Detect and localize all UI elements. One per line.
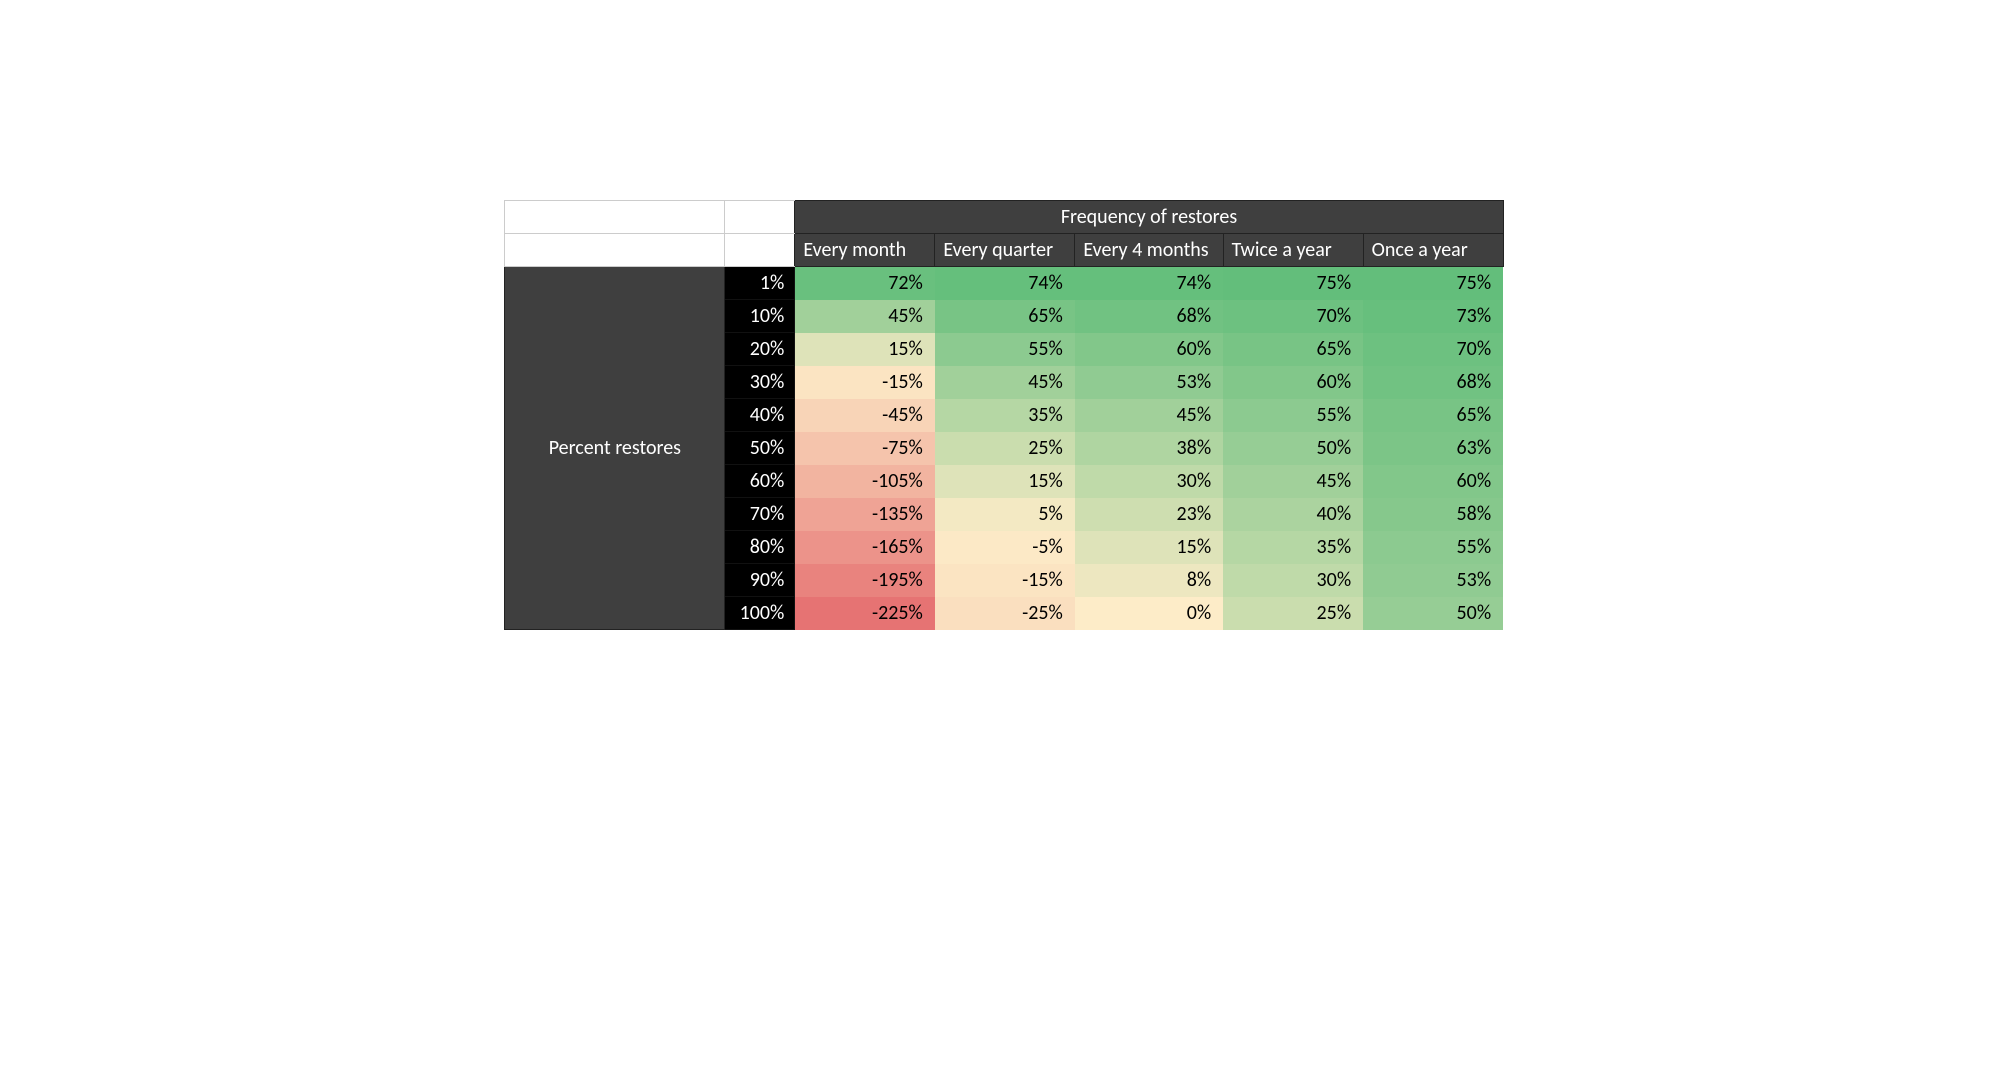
heatmap-cell: 74% bbox=[1075, 267, 1223, 300]
heatmap-cell: 72% bbox=[795, 267, 935, 300]
row-header: 70% bbox=[725, 498, 795, 531]
row-axis-label: Percent restores bbox=[505, 267, 725, 630]
heatmap-cell: 15% bbox=[935, 465, 1075, 498]
heatmap-cell: 55% bbox=[1223, 399, 1363, 432]
heatmap-cell: -5% bbox=[935, 531, 1075, 564]
column-header: Every month bbox=[795, 234, 935, 267]
row-header: 10% bbox=[725, 300, 795, 333]
heatmap-cell: 0% bbox=[1075, 597, 1223, 630]
heatmap-cell: 74% bbox=[935, 267, 1075, 300]
heatmap-cell: 23% bbox=[1075, 498, 1223, 531]
heatmap-cell: 63% bbox=[1363, 432, 1503, 465]
column-header: Every 4 months bbox=[1075, 234, 1223, 267]
heatmap-cell: 55% bbox=[935, 333, 1075, 366]
heatmap-cell: 30% bbox=[1075, 465, 1223, 498]
heatmap-cell: -45% bbox=[795, 399, 935, 432]
heatmap-cell: 5% bbox=[935, 498, 1075, 531]
row-header: 90% bbox=[725, 564, 795, 597]
heatmap-cell: 55% bbox=[1363, 531, 1503, 564]
heatmap-cell: 70% bbox=[1363, 333, 1503, 366]
heatmap-cell: -135% bbox=[795, 498, 935, 531]
heatmap-cell: 73% bbox=[1363, 300, 1503, 333]
heatmap-cell: 60% bbox=[1223, 366, 1363, 399]
row-header: 60% bbox=[725, 465, 795, 498]
heatmap-cell: 75% bbox=[1223, 267, 1363, 300]
heatmap-table: Frequency of restores Every month Every … bbox=[504, 200, 1503, 630]
heatmap-cell: 60% bbox=[1075, 333, 1223, 366]
row-header: 20% bbox=[725, 333, 795, 366]
heatmap-cell: 40% bbox=[1223, 498, 1363, 531]
row-header: 30% bbox=[725, 366, 795, 399]
heatmap-cell: 45% bbox=[1075, 399, 1223, 432]
heatmap-cell: 35% bbox=[935, 399, 1075, 432]
blank-cell bbox=[725, 234, 795, 267]
row-header: 100% bbox=[725, 597, 795, 630]
heatmap-cell: 60% bbox=[1363, 465, 1503, 498]
heatmap-cell: 45% bbox=[1223, 465, 1363, 498]
blank-cell bbox=[505, 234, 725, 267]
column-header: Twice a year bbox=[1223, 234, 1363, 267]
column-header: Every quarter bbox=[935, 234, 1075, 267]
row-header: 40% bbox=[725, 399, 795, 432]
heatmap-cell: 65% bbox=[935, 300, 1075, 333]
blank-cell bbox=[505, 201, 725, 234]
heatmap-cell: 65% bbox=[1363, 399, 1503, 432]
heatmap-cell: -165% bbox=[795, 531, 935, 564]
heatmap-cell: 68% bbox=[1075, 300, 1223, 333]
heatmap-cell: 53% bbox=[1075, 366, 1223, 399]
heatmap-cell: 45% bbox=[935, 366, 1075, 399]
heatmap-cell: -15% bbox=[935, 564, 1075, 597]
heatmap-cell: 38% bbox=[1075, 432, 1223, 465]
heatmap-cell: 25% bbox=[935, 432, 1075, 465]
row-header: 50% bbox=[725, 432, 795, 465]
heatmap-cell: 15% bbox=[795, 333, 935, 366]
heatmap-cell: 68% bbox=[1363, 366, 1503, 399]
heatmap-cell: 25% bbox=[1223, 597, 1363, 630]
heatmap-cell: -105% bbox=[795, 465, 935, 498]
heatmap-cell: 15% bbox=[1075, 531, 1223, 564]
heatmap-cell: 45% bbox=[795, 300, 935, 333]
heatmap-cell: -15% bbox=[795, 366, 935, 399]
heatmap-cell: 65% bbox=[1223, 333, 1363, 366]
row-header: 80% bbox=[725, 531, 795, 564]
heatmap-cell: 50% bbox=[1363, 597, 1503, 630]
heatmap-cell: 8% bbox=[1075, 564, 1223, 597]
table-row: Percent restores1%72%74%74%75%75% bbox=[505, 267, 1503, 300]
heatmap-cell: 53% bbox=[1363, 564, 1503, 597]
chart-title: Frequency of restores bbox=[795, 201, 1503, 234]
heatmap-cell: 50% bbox=[1223, 432, 1363, 465]
heatmap-cell: 35% bbox=[1223, 531, 1363, 564]
heatmap-cell: -25% bbox=[935, 597, 1075, 630]
heatmap-cell: 75% bbox=[1363, 267, 1503, 300]
heatmap-cell: 30% bbox=[1223, 564, 1363, 597]
heatmap-cell: -75% bbox=[795, 432, 935, 465]
row-header: 1% bbox=[725, 267, 795, 300]
heatmap-cell: 58% bbox=[1363, 498, 1503, 531]
heatmap-cell: -195% bbox=[795, 564, 935, 597]
column-header: Once a year bbox=[1363, 234, 1503, 267]
heatmap-cell: 70% bbox=[1223, 300, 1363, 333]
blank-cell bbox=[725, 201, 795, 234]
heatmap-cell: -225% bbox=[795, 597, 935, 630]
